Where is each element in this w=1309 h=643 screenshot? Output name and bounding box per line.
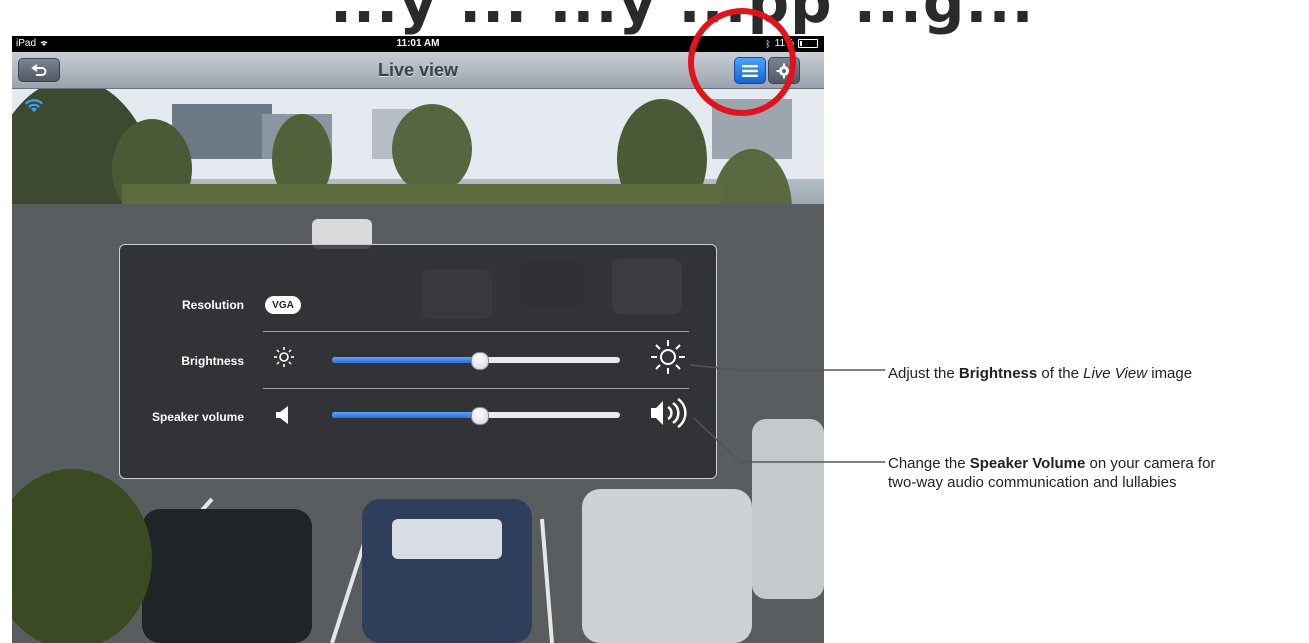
live-view-settings-panel: Resolution VGA Brightness Speaker volume bbox=[119, 244, 717, 479]
brightness-label: Brightness bbox=[181, 354, 244, 368]
speaker-volume-slider-thumb[interactable] bbox=[470, 407, 489, 425]
speaker-volume-slider[interactable] bbox=[332, 407, 620, 425]
brightness-low-icon bbox=[274, 347, 294, 367]
volume-callout-line bbox=[693, 417, 885, 463]
speaker-volume-label: Speaker volume bbox=[151, 410, 244, 424]
brightness-caption: Adjust the Brightness of the Live View i… bbox=[888, 365, 1193, 382]
resolution-label: Resolution bbox=[182, 298, 244, 312]
wifi-signal-icon bbox=[25, 99, 43, 112]
volume-low-icon bbox=[276, 406, 288, 424]
brightness-slider[interactable] bbox=[332, 352, 620, 370]
brightness-slider-fill bbox=[332, 357, 479, 363]
brightness-slider-thumb[interactable] bbox=[470, 352, 489, 370]
menu-highlight-circle bbox=[688, 8, 796, 116]
resolution-selector[interactable]: VGA bbox=[265, 296, 301, 314]
divider bbox=[263, 388, 689, 389]
volume-caption: Change the Speaker Volume on your camera… bbox=[888, 455, 1216, 491]
brightness-callout-line bbox=[689, 364, 885, 371]
ipad-screen: iPad 11:01 AM ᛒ 11% Live view Resolution… bbox=[12, 36, 824, 643]
speaker-volume-slider-fill bbox=[332, 412, 479, 418]
divider bbox=[263, 331, 689, 332]
battery-icon bbox=[798, 39, 818, 48]
